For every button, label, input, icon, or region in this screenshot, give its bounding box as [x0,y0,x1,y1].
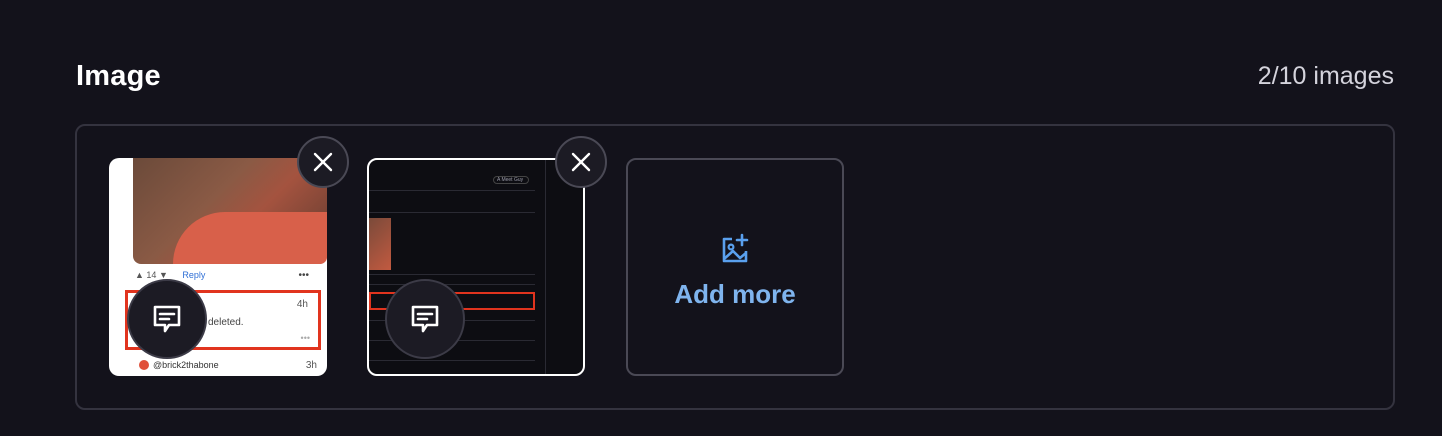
remove-image-button[interactable] [297,136,349,188]
thumbnail-pill-label: A Meet Guy [497,177,524,183]
image-count: 2/10 images [1257,61,1394,90]
divider [369,212,535,213]
divider [369,360,535,361]
close-icon [313,152,333,172]
add-caption-button[interactable] [127,279,207,359]
add-more-button[interactable]: Add more [626,158,844,376]
comment-icon [411,305,439,333]
add-image-icon [722,233,749,262]
thumbnail-sidebar [545,160,583,374]
add-more-label: Add more [674,278,796,309]
thumbnail-photo [369,218,391,270]
thumbnail-user: @brick2thabone [153,360,219,370]
thumbnail-time: 4h [296,299,308,310]
add-caption-button[interactable] [385,279,465,359]
thumbnail-dots: ••• [298,270,309,281]
divider [369,284,535,285]
comment-icon [153,305,181,333]
thumbnail-snippet: deleted. [208,317,244,328]
divider [369,274,535,275]
avatar [139,360,149,370]
close-icon [571,152,591,172]
divider [369,190,535,191]
thumbnail-time-2: 3h [305,360,317,371]
remove-image-button[interactable] [555,136,607,188]
thumbnail-dots-2: ••• [300,333,310,343]
section-title: Image [76,59,161,92]
thumbnail-photo-detail [173,212,327,264]
image-section-header: Image 2/10 images [76,56,1394,96]
